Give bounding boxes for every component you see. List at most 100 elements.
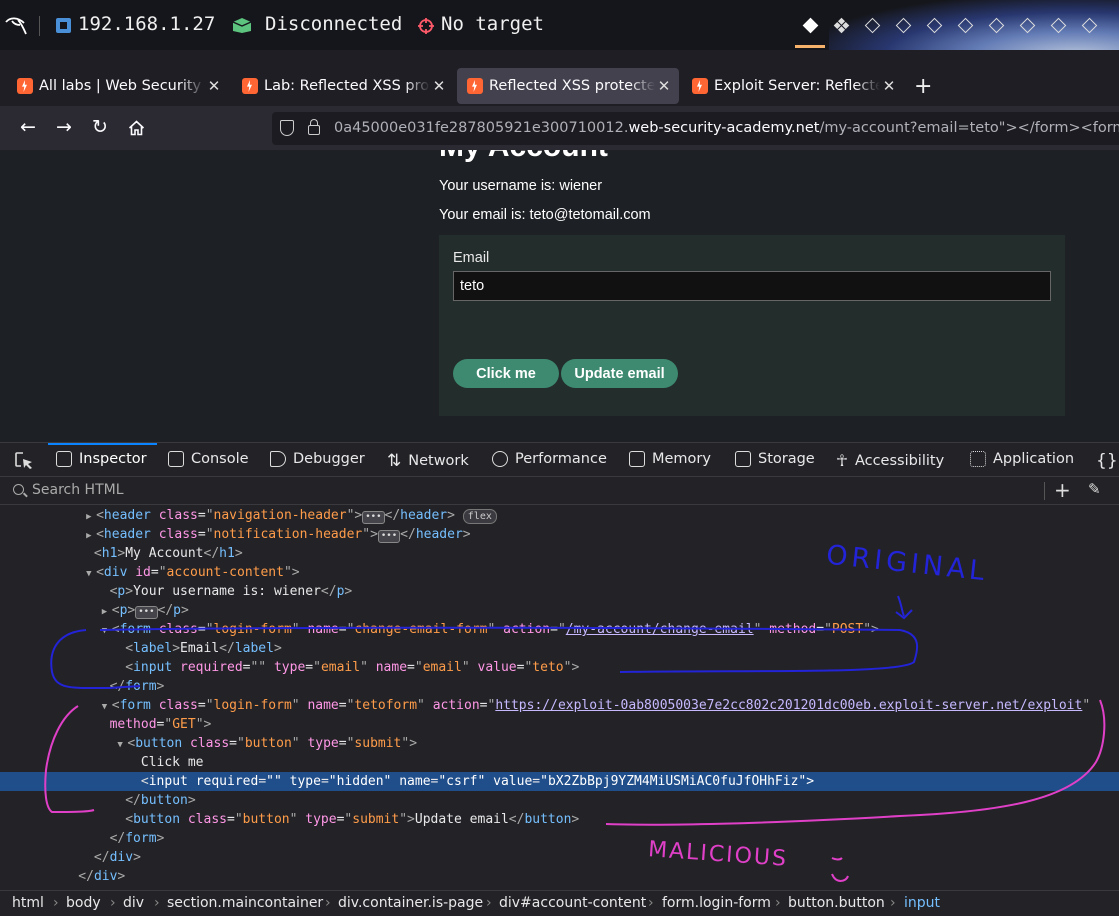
tree-node[interactable]: ▶ <header class="notification-header"> •••… xyxy=(0,525,1119,544)
tab-lab-csp[interactable]: Lab: Reflected XSS protected by CSP ✕ xyxy=(232,68,454,104)
tab-storage[interactable]: Storage xyxy=(735,451,815,467)
username-text: Your username is: wiener xyxy=(439,178,603,194)
application-grid-icon xyxy=(970,451,986,467)
tab-performance[interactable]: Performance xyxy=(492,451,607,467)
tab-debugger[interactable]: Debugger xyxy=(270,451,365,467)
tab-exploit-server[interactable]: Exploit Server: Reflected XSS ✕ xyxy=(682,68,904,104)
element-picker-icon[interactable] xyxy=(15,452,34,470)
breadcrumb-item[interactable]: body xyxy=(66,895,101,911)
tree-node[interactable]: method="GET"> xyxy=(0,715,1119,734)
network-arrows-icon: ⇅ xyxy=(387,451,402,471)
tab-network[interactable]: ⇅ Network xyxy=(387,451,469,471)
portswigger-favicon-icon xyxy=(692,78,708,94)
tab-title: Lab: Reflected XSS protected by CSP xyxy=(264,78,430,94)
eyedropper-icon[interactable]: ✎ xyxy=(1088,480,1101,498)
click-me-button[interactable]: Click me xyxy=(453,359,559,388)
network-icon xyxy=(56,18,71,33)
tab-application[interactable]: Application xyxy=(970,451,1074,467)
tab-accessibility[interactable]: ☥ Accessibility xyxy=(836,451,944,470)
active-workspace-indicator xyxy=(795,45,825,48)
workspace-1[interactable] xyxy=(802,17,819,34)
address-bar[interactable]: 0a45000e031fe287805921e300710012.web-sec… xyxy=(272,112,1119,145)
portswigger-favicon-icon xyxy=(242,78,258,94)
web-page-content: My Account Your username is: wiener Your… xyxy=(0,150,1119,442)
portswigger-favicon-icon xyxy=(467,78,483,94)
tree-node[interactable]: </form> xyxy=(0,677,1119,696)
target-icon xyxy=(418,18,434,34)
tree-node[interactable]: <label>Email</label> xyxy=(0,639,1119,658)
markup-tree: ▶ <header class="navigation-header"> ••• </… xyxy=(0,505,1119,890)
tree-node[interactable]: ▼ <button class="button" type="submit"> xyxy=(0,734,1119,753)
ip-address: 192.168.1.27 xyxy=(78,13,216,35)
close-icon[interactable]: ✕ xyxy=(430,77,448,95)
vpn-status: Disconnected xyxy=(265,13,403,35)
page-title: My Account xyxy=(439,150,608,164)
accessibility-person-icon: ☥ xyxy=(836,451,848,470)
tracking-protection-shield-icon[interactable] xyxy=(280,120,294,136)
breadcrumb: html › body › div › section.maincontaine… xyxy=(0,890,1119,916)
breadcrumb-item[interactable]: div.container.is-page xyxy=(338,895,483,911)
close-icon[interactable]: ✕ xyxy=(880,77,898,95)
tree-node-selected[interactable]: <input required="" type="hidden" name="c… xyxy=(0,772,1119,791)
new-tab-plus-icon[interactable]: + xyxy=(914,74,932,99)
debugger-icon xyxy=(270,451,286,467)
tab-console[interactable]: Console xyxy=(168,451,249,467)
close-icon[interactable]: ✕ xyxy=(205,77,223,95)
add-node-plus-icon[interactable]: + xyxy=(1054,478,1071,502)
breadcrumb-item[interactable]: html xyxy=(12,895,44,911)
close-icon[interactable]: ✕ xyxy=(655,77,673,95)
tab-reflected-xss[interactable]: Reflected XSS protected by very strict C… xyxy=(457,68,679,104)
browser-tab-bar: All labs | Web Security Academy ✕ Lab: R… xyxy=(0,50,1119,106)
tab-all-labs[interactable]: All labs | Web Security Academy ✕ xyxy=(7,68,229,104)
tree-node[interactable]: ▼ <form class="login-form" name="tetoform… xyxy=(0,696,1119,715)
tree-node[interactable]: ▼ <div id="account-content"> xyxy=(0,563,1119,582)
tree-node[interactable]: <h1>My Account</h1> xyxy=(0,544,1119,563)
style-editor-braces-icon[interactable]: {} xyxy=(1096,451,1118,471)
account-form-container: Email teto Click me Update email xyxy=(439,235,1065,416)
email-label: Email xyxy=(453,250,490,266)
storage-icon xyxy=(735,451,751,467)
breadcrumb-item[interactable]: form.login-form xyxy=(662,895,771,911)
console-icon xyxy=(168,451,184,467)
breadcrumb-item[interactable]: button.button xyxy=(788,895,885,911)
back-arrow-icon[interactable]: ← xyxy=(20,116,36,138)
reload-icon[interactable]: ↻ xyxy=(92,116,108,138)
home-icon[interactable] xyxy=(128,120,145,136)
portswigger-favicon-icon xyxy=(17,78,33,94)
tree-node[interactable]: </div> xyxy=(0,848,1119,867)
performance-gauge-icon xyxy=(492,451,508,467)
forward-arrow-icon[interactable]: → xyxy=(56,116,72,138)
tree-node[interactable]: ▶ <p> ••• </p> xyxy=(0,601,1119,620)
tree-node[interactable]: </form> xyxy=(0,829,1119,848)
search-html-input[interactable]: Search HTML xyxy=(32,482,124,498)
tab-title: All labs | Web Security Academy xyxy=(39,78,205,94)
tree-node[interactable]: <button class="button" type="submit">Upd… xyxy=(0,810,1119,829)
tab-title: Exploit Server: Reflected XSS xyxy=(714,78,880,94)
memory-chip-icon xyxy=(629,451,645,467)
email-text: Your email is: teto@tetomail.com xyxy=(439,207,651,223)
kali-dragon-icon[interactable] xyxy=(4,14,28,36)
url-text: 0a45000e031fe287805921e300710012.web-sec… xyxy=(334,120,1119,136)
tree-node[interactable]: <input required="" type="email" name="em… xyxy=(0,658,1119,677)
breadcrumb-item[interactable]: section.maincontainer xyxy=(167,895,323,911)
devtools-toolbar: Inspector Console Debugger ⇅ Network Perf… xyxy=(0,442,1119,477)
tree-node[interactable]: </div> xyxy=(0,867,1119,886)
tree-node[interactable]: <p>Your username is: wiener</p> xyxy=(0,582,1119,601)
breadcrumb-item[interactable]: div xyxy=(123,895,144,911)
breadcrumb-item[interactable]: div#account-content xyxy=(499,895,646,911)
tree-node[interactable]: </button> xyxy=(0,791,1119,810)
system-top-bar: 192.168.1.27 Disconnected No target xyxy=(0,0,1119,50)
email-input[interactable]: teto xyxy=(453,271,1051,301)
tree-node[interactable]: ▼ <form class="login-form" name="change-e… xyxy=(0,620,1119,639)
tree-node[interactable]: Click me xyxy=(0,753,1119,772)
active-tab-indicator xyxy=(48,443,157,445)
breadcrumb-item-current[interactable]: input xyxy=(904,895,940,911)
search-icon xyxy=(13,484,24,495)
lock-icon[interactable] xyxy=(308,119,320,135)
vpn-box-icon xyxy=(232,18,252,33)
inspector-icon xyxy=(56,451,72,467)
tab-memory[interactable]: Memory xyxy=(629,451,711,467)
update-email-button[interactable]: Update email xyxy=(561,359,678,388)
tree-node[interactable]: ▶ <header class="navigation-header"> ••• </… xyxy=(0,506,1119,525)
tab-inspector[interactable]: Inspector xyxy=(56,451,147,467)
